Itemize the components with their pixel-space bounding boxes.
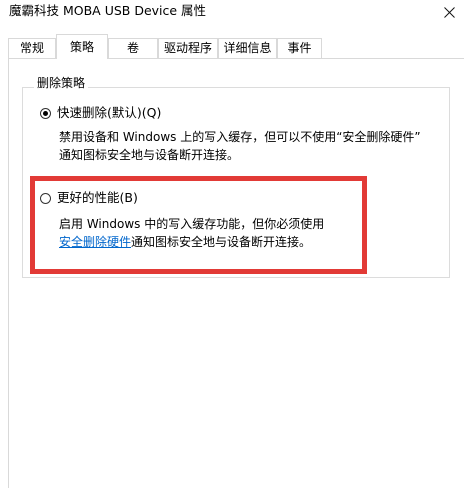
better-performance-description-line2: 安全删除硬件通知图标安全地与设备断开连接。: [59, 233, 311, 251]
better-performance-description-line2-rest: 通知图标安全地与设备断开连接。: [131, 235, 312, 249]
tab-volumes[interactable]: 卷: [108, 38, 158, 58]
tab-driver[interactable]: 驱动程序: [158, 38, 218, 58]
window-title: 魔霸科技 MOBA USB Device 属性: [9, 3, 207, 18]
quick-removal-option[interactable]: 快速删除(默认)(Q): [40, 105, 161, 121]
title-bar: 魔霸科技 MOBA USB Device 属性: [0, 0, 464, 26]
removal-policy-group-label: 删除策略: [34, 75, 89, 91]
close-icon: [443, 6, 455, 18]
better-performance-option[interactable]: 更好的性能(B): [40, 190, 138, 206]
better-performance-radio[interactable]: [40, 192, 51, 204]
quick-removal-label: 快速删除(默认)(Q): [57, 105, 162, 120]
close-button[interactable]: [434, 0, 464, 24]
tab-general[interactable]: 常规: [8, 38, 56, 58]
quick-removal-radio[interactable]: [40, 107, 51, 119]
quick-removal-description-line2: 通知图标安全地与设备断开连接。: [59, 148, 240, 162]
safely-remove-hardware-link[interactable]: 安全删除硬件: [59, 235, 131, 249]
tab-policies[interactable]: 策略: [56, 34, 108, 59]
tab-details[interactable]: 详细信息: [218, 38, 277, 58]
tab-events[interactable]: 事件: [277, 38, 322, 58]
better-performance-label: 更好的性能(B): [57, 190, 138, 205]
quick-removal-description-line1: 禁用设备和 Windows 上的写入缓存，但可以不使用“安全删除硬件”: [59, 130, 421, 144]
better-performance-description-line1: 启用 Windows 中的写入缓存功能，但你必须使用: [59, 217, 325, 231]
